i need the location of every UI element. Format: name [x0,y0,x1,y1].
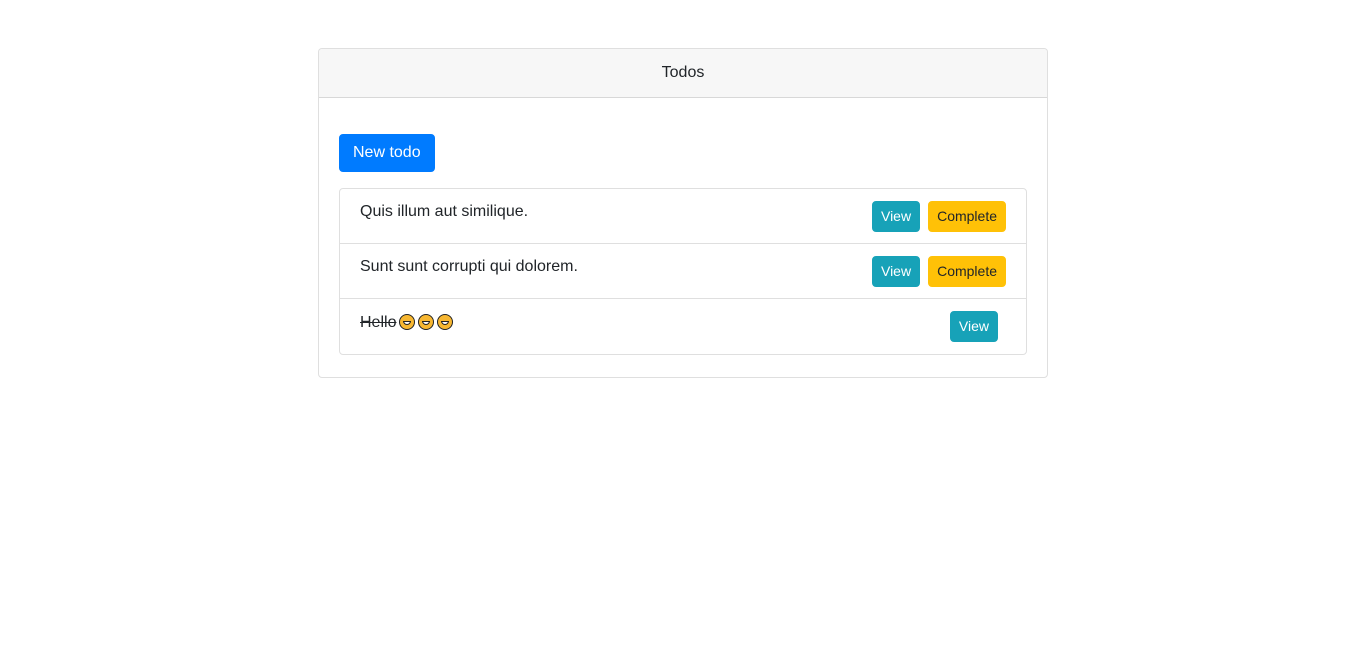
todo-actions: View Complete [871,255,1006,287]
laughing-face-icon [437,313,454,330]
complete-button[interactable]: Complete [928,255,1006,287]
todo-list: Quis illum aut similique. View Complete … [339,188,1027,355]
todo-item: Quis illum aut similique. View Complete [340,189,1026,244]
new-todo-button[interactable]: New todo [339,134,435,172]
card-header: Todos [319,49,1047,98]
laughing-face-icon [399,313,416,330]
todo-text: Quis illum aut similique. [360,203,529,220]
todos-card: Todos New todo Quis illum aut similique.… [318,48,1048,378]
todo-item: Sunt sunt corrupti qui dolorem. View Com… [340,244,1026,299]
todo-actions: View [949,311,998,342]
todo-text: Sunt sunt corrupti qui dolorem. [360,258,578,275]
view-button[interactable]: View [871,255,921,287]
todo-text: Hello [360,313,397,331]
todo-text-completed: Hello [360,313,454,332]
laughing-face-icon [418,313,435,330]
view-button[interactable]: View [949,311,998,342]
card-title: Todos [661,64,705,81]
complete-button[interactable]: Complete [928,200,1006,232]
card-body: New todo Quis illum aut similique. View … [319,98,1047,375]
todo-actions: View Complete [871,200,1006,232]
todo-item-completed: Hello View [340,299,1026,354]
view-button[interactable]: View [871,200,921,232]
